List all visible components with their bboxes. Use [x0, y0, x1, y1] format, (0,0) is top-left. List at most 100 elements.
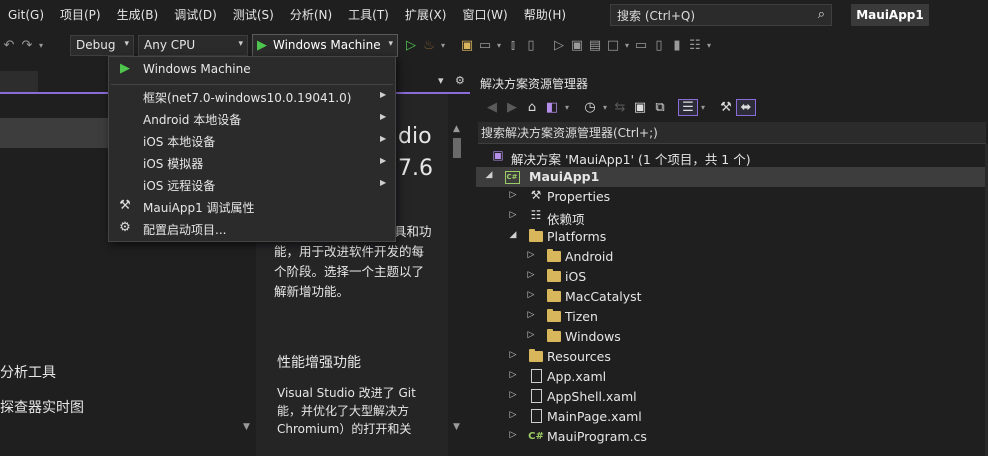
tree-item-app-xaml[interactable]: ▷ App.xaml [476, 367, 988, 387]
dropdown-item-ios-simulator[interactable]: iOS 模拟器 ▶ [109, 152, 395, 174]
hot-reload-icon[interactable]: ♨ [420, 38, 438, 53]
sync-icon[interactable]: ⇆ [610, 100, 630, 115]
app-title-badge[interactable]: MauiApp1 [851, 4, 929, 26]
left-pane-line1[interactable]: 分析工具 [0, 362, 56, 382]
tree-item-[interactable]: ▷ ☷ 依赖项 [476, 207, 988, 227]
expand-icon[interactable]: ▷ [508, 190, 518, 200]
dropdown-item-android-local[interactable]: Android 本地设备 ▶ [109, 108, 395, 130]
device-icon[interactable]: ▯ [522, 38, 540, 53]
show-all-files-icon[interactable]: ⧉ [650, 100, 670, 115]
menu-extensions[interactable]: 扩展(X) [397, 0, 455, 30]
home-icon[interactable]: ⌂ [522, 100, 542, 115]
menu-git[interactable]: Git(G) [0, 0, 52, 30]
gear-icon[interactable]: ⚙ [455, 74, 465, 87]
scroll-thumb[interactable] [453, 138, 461, 158]
collapse-icon[interactable]: ◢ [508, 230, 518, 240]
expand-icon[interactable]: ▷ [526, 290, 536, 300]
dropdown-item-windows-machine[interactable]: ▶ Windows Machine [109, 59, 395, 81]
expand-icon[interactable]: ▷ [508, 370, 518, 380]
menu-help[interactable]: 帮助(H) [516, 0, 574, 30]
menu-project[interactable]: 项目(P) [52, 0, 109, 30]
undo-icon[interactable]: ↶ [0, 38, 18, 53]
tree-item-resources[interactable]: ▷ Resources [476, 347, 988, 367]
tree-item-mainpage-xaml[interactable]: ▷ MainPage.xaml [476, 407, 988, 427]
attach-icon[interactable]: ▷ [550, 38, 568, 53]
tree-item-appshell-xaml[interactable]: ▷ AppShell.xaml [476, 387, 988, 407]
expand-icon[interactable]: ▷ [526, 310, 536, 320]
redo-icon[interactable]: ↷ [18, 38, 36, 53]
wrench-icon[interactable]: ⚒ [716, 100, 736, 115]
dropdown-item-label: iOS 本地设备 [143, 135, 216, 149]
dropdown-item-configure-startup[interactable]: ⚙ 配置启动项目... [109, 218, 395, 240]
tree-item-mauiapp1-1-1[interactable]: ▣ 解决方案 'MauiApp1' (1 个项目，共 1 个) [476, 147, 988, 167]
bookmark-icon[interactable]: ⫾ [504, 38, 522, 53]
tree-item-platforms[interactable]: ◢ Platforms [476, 227, 988, 247]
expand-icon[interactable]: ▷ [508, 350, 518, 360]
monitor-icon[interactable]: ▭ [632, 38, 650, 53]
expand-icon[interactable]: ▷ [508, 390, 518, 400]
dropdown-item-framework[interactable]: 框架(net7.0-windows10.0.19041.0) ▶ [109, 86, 395, 108]
document-tab[interactable] [0, 71, 38, 93]
global-search-input[interactable]: 搜索 (Ctrl+Q) ⌕ [610, 4, 832, 26]
platform-select[interactable]: Any CPU ▾ [138, 34, 248, 56]
solution-explorer-search-input[interactable]: 搜索解决方案资源管理器(Ctrl+;) [478, 122, 986, 144]
menu-test[interactable]: 测试(S) [225, 0, 282, 30]
expand-icon[interactable]: ▷ [526, 270, 536, 280]
whats-new-scrollbar[interactable] [450, 94, 466, 436]
open-folder-icon[interactable]: ▣ [458, 38, 476, 53]
tree-item-mauiprogram-cs[interactable]: ▷ C# MauiProgram.cs [476, 427, 988, 447]
back-icon[interactable]: ◀ [482, 100, 502, 115]
dropdown-item-debug-properties[interactable]: ⚒ MauiApp1 调试属性 [109, 196, 395, 218]
history-dropdown-icon[interactable]: ▾ [600, 103, 610, 112]
scroll-down-icon[interactable]: ▼ [243, 422, 250, 432]
menu-build[interactable]: 生成(B) [109, 0, 167, 30]
collapse-all-icon[interactable]: ▣ [630, 100, 650, 115]
expand-icon[interactable]: ▷ [508, 410, 518, 420]
tree-item-android[interactable]: ▷ Android [476, 247, 988, 267]
window-dropdown-icon[interactable]: ▾ [622, 41, 632, 50]
tree-item-mauiapp1[interactable]: ◢ C# MauiApp1 [476, 167, 988, 187]
history-icon[interactable]: ◷ [580, 100, 600, 115]
menu-window[interactable]: 窗口(W) [454, 0, 515, 30]
expand-icon[interactable]: ▷ [508, 430, 518, 440]
chevron-down-icon[interactable]: ▾ [438, 74, 444, 87]
left-pane-line2[interactable]: 探查器实时图 [0, 397, 84, 417]
configuration-select[interactable]: Debug ▾ [70, 34, 134, 56]
forward-icon[interactable]: ▶ [502, 100, 522, 115]
menu-tools[interactable]: 工具(T) [340, 0, 397, 30]
camera-icon[interactable]: ▣ [568, 38, 586, 53]
tree-item-properties[interactable]: ▷ ⚒ Properties [476, 187, 988, 207]
phone-icon[interactable]: ▮ [668, 38, 686, 53]
layout-icon[interactable]: ▭ [476, 38, 494, 53]
run-target-button[interactable]: ▶ Windows Machine ▾ [252, 33, 398, 57]
network-icon[interactable]: ☷ [686, 38, 704, 53]
menu-debug[interactable]: 调试(D) [166, 0, 225, 30]
dropdown-item-ios-remote[interactable]: iOS 远程设备 ▶ [109, 174, 395, 196]
tree-item-windows[interactable]: ▷ Windows [476, 327, 988, 347]
redo-dropdown-icon[interactable]: ▾ [36, 41, 46, 50]
terminal-icon[interactable]: ▤ [586, 38, 604, 53]
dropdown-item-ios-local[interactable]: iOS 本地设备 ▶ [109, 130, 395, 152]
scroll-down-icon[interactable]: ▼ [453, 422, 460, 432]
layout-dropdown-icon[interactable]: ▾ [494, 41, 504, 50]
window-icon[interactable]: □ [604, 38, 622, 53]
switch-view-dropdown-icon[interactable]: ▾ [562, 103, 572, 112]
expand-icon[interactable]: ▷ [508, 210, 518, 220]
dependencies-icon: ☷ [530, 208, 542, 222]
scroll-up-icon[interactable]: ▲ [453, 124, 460, 134]
pending-changes-filter-icon[interactable]: ☰ [678, 98, 698, 116]
tree-item-ios[interactable]: ▷ iOS [476, 267, 988, 287]
tablet-icon[interactable]: ▯ [650, 38, 668, 53]
tree-item-maccatalyst[interactable]: ▷ MacCatalyst [476, 287, 988, 307]
vs-switch-view-icon[interactable]: ◧ [542, 100, 562, 115]
menu-analyze[interactable]: 分析(N) [282, 0, 340, 30]
collapse-icon[interactable]: ◢ [484, 170, 494, 180]
tree-item-tizen[interactable]: ▷ Tizen [476, 307, 988, 327]
expand-icon[interactable]: ▷ [526, 250, 536, 260]
preview-selected-icon[interactable]: ⬌ [736, 98, 756, 116]
start-without-debugging-icon[interactable]: ▷ [402, 38, 420, 53]
filter-dropdown-icon[interactable]: ▾ [698, 103, 708, 112]
hot-reload-dropdown-icon[interactable]: ▾ [438, 41, 448, 50]
toolbar-overflow-icon[interactable]: ▾ [704, 41, 714, 50]
expand-icon[interactable]: ▷ [526, 330, 536, 340]
